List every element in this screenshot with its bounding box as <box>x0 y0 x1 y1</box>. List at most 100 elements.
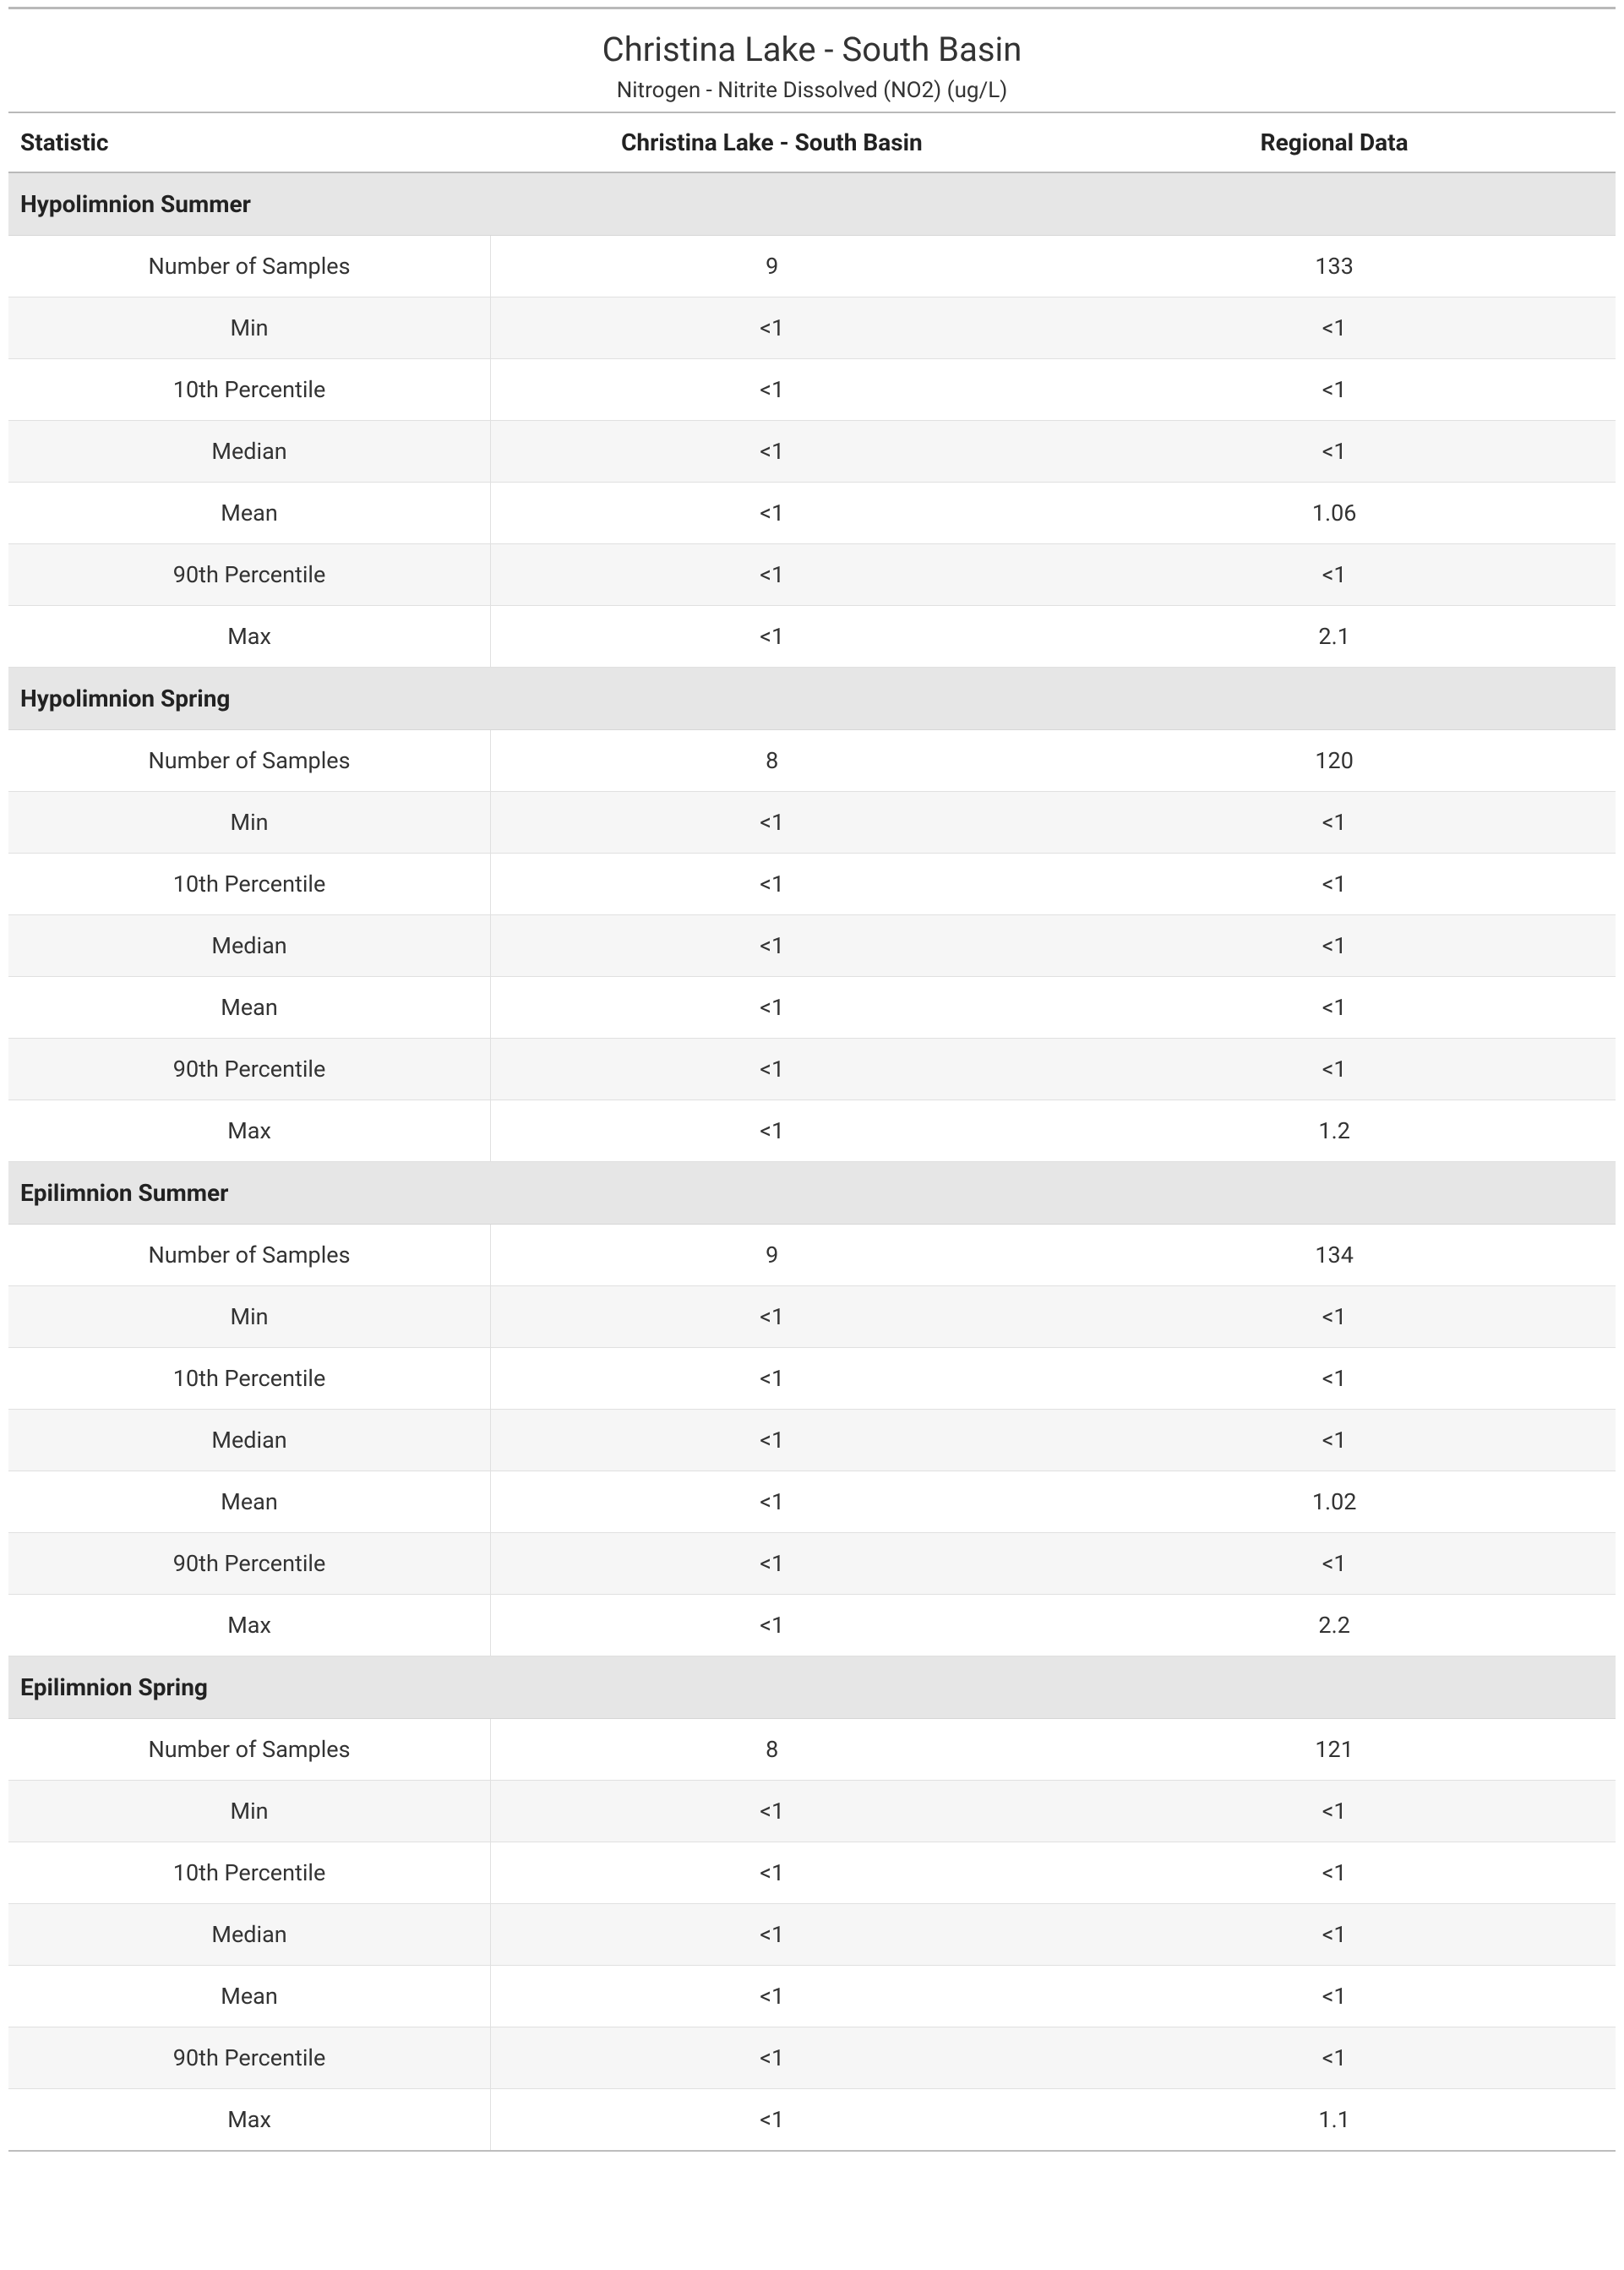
section-header-row: Hypolimnion Spring <box>8 668 1616 730</box>
site-value-cell: <1 <box>491 1533 1054 1595</box>
table-row: 10th Percentile<1<1 <box>8 854 1616 915</box>
regional-value-cell: <1 <box>1053 1966 1616 2027</box>
table-row: Min<1<1 <box>8 297 1616 359</box>
stat-name-cell: Median <box>8 915 491 977</box>
table-row: Max<11.1 <box>8 2089 1616 2152</box>
regional-value-cell: <1 <box>1053 1286 1616 1348</box>
site-value-cell: <1 <box>491 1471 1054 1533</box>
table-row: Min<1<1 <box>8 1781 1616 1842</box>
table-row: Number of Samples9133 <box>8 236 1616 297</box>
site-value-cell: <1 <box>491 606 1054 668</box>
table-row: Mean<1<1 <box>8 977 1616 1039</box>
regional-value-cell: <1 <box>1053 544 1616 606</box>
site-value-cell: <1 <box>491 1842 1054 1904</box>
regional-value-cell: 120 <box>1053 730 1616 792</box>
stat-name-cell: Mean <box>8 1966 491 2027</box>
site-value-cell: 9 <box>491 236 1054 297</box>
stat-name-cell: 10th Percentile <box>8 854 491 915</box>
regional-value-cell: <1 <box>1053 792 1616 854</box>
col-header-regional: Regional Data <box>1053 112 1616 172</box>
site-value-cell: <1 <box>491 977 1054 1039</box>
site-value-cell: <1 <box>491 1410 1054 1471</box>
site-value-cell: <1 <box>491 1100 1054 1162</box>
site-value-cell: <1 <box>491 1039 1054 1100</box>
table-row: Max<12.1 <box>8 606 1616 668</box>
table-row: 10th Percentile<1<1 <box>8 1348 1616 1410</box>
regional-value-cell: <1 <box>1053 1410 1616 1471</box>
table-row: Number of Samples8120 <box>8 730 1616 792</box>
table-row: Mean<11.02 <box>8 1471 1616 1533</box>
table-row: Max<11.2 <box>8 1100 1616 1162</box>
stat-name-cell: Mean <box>8 483 491 544</box>
table-row: Median<1<1 <box>8 915 1616 977</box>
section-header-row: Epilimnion Spring <box>8 1656 1616 1719</box>
table-row: 10th Percentile<1<1 <box>8 359 1616 421</box>
table-row: 90th Percentile<1<1 <box>8 544 1616 606</box>
regional-value-cell: 1.02 <box>1053 1471 1616 1533</box>
regional-value-cell: <1 <box>1053 1904 1616 1966</box>
regional-value-cell: 1.2 <box>1053 1100 1616 1162</box>
col-header-statistic: Statistic <box>8 112 491 172</box>
section-header-cell: Hypolimnion Spring <box>8 668 1616 730</box>
site-value-cell: <1 <box>491 483 1054 544</box>
site-value-cell: <1 <box>491 1595 1054 1656</box>
stat-name-cell: Max <box>8 606 491 668</box>
table-row: Median<1<1 <box>8 1410 1616 1471</box>
site-value-cell: <1 <box>491 359 1054 421</box>
stat-name-cell: Min <box>8 297 491 359</box>
regional-value-cell: <1 <box>1053 359 1616 421</box>
regional-value-cell: <1 <box>1053 421 1616 483</box>
stat-name-cell: Median <box>8 1410 491 1471</box>
table-row: Median<1<1 <box>8 1904 1616 1966</box>
stat-name-cell: Max <box>8 2089 491 2152</box>
stat-name-cell: Median <box>8 1904 491 1966</box>
regional-value-cell: <1 <box>1053 854 1616 915</box>
table-row: 90th Percentile<1<1 <box>8 1039 1616 1100</box>
table-row: 90th Percentile<1<1 <box>8 1533 1616 1595</box>
site-value-cell: 8 <box>491 730 1054 792</box>
table-row: Median<1<1 <box>8 421 1616 483</box>
regional-value-cell: <1 <box>1053 915 1616 977</box>
stat-name-cell: 10th Percentile <box>8 1842 491 1904</box>
regional-value-cell: <1 <box>1053 1348 1616 1410</box>
section-header-row: Hypolimnion Summer <box>8 172 1616 236</box>
table-row: Mean<1<1 <box>8 1966 1616 2027</box>
site-value-cell: <1 <box>491 1286 1054 1348</box>
stat-name-cell: Max <box>8 1595 491 1656</box>
regional-value-cell: <1 <box>1053 2027 1616 2089</box>
site-value-cell: <1 <box>491 544 1054 606</box>
regional-value-cell: 133 <box>1053 236 1616 297</box>
table-row: Min<1<1 <box>8 1286 1616 1348</box>
table-header-row: Statistic Christina Lake - South Basin R… <box>8 112 1616 172</box>
stats-table: Statistic Christina Lake - South Basin R… <box>8 112 1616 2152</box>
regional-value-cell: 1.06 <box>1053 483 1616 544</box>
regional-value-cell: <1 <box>1053 977 1616 1039</box>
regional-value-cell: <1 <box>1053 1039 1616 1100</box>
regional-value-cell: 2.2 <box>1053 1595 1616 1656</box>
site-value-cell: <1 <box>491 1781 1054 1842</box>
stat-name-cell: Number of Samples <box>8 236 491 297</box>
site-value-cell: <1 <box>491 792 1054 854</box>
section-header-cell: Hypolimnion Summer <box>8 172 1616 236</box>
table-row: Min<1<1 <box>8 792 1616 854</box>
site-value-cell: <1 <box>491 854 1054 915</box>
site-value-cell: <1 <box>491 1904 1054 1966</box>
regional-value-cell: <1 <box>1053 1533 1616 1595</box>
site-value-cell: 9 <box>491 1225 1054 1286</box>
table-row: 10th Percentile<1<1 <box>8 1842 1616 1904</box>
regional-value-cell: 2.1 <box>1053 606 1616 668</box>
col-header-site: Christina Lake - South Basin <box>491 112 1054 172</box>
regional-value-cell: 1.1 <box>1053 2089 1616 2152</box>
site-value-cell: <1 <box>491 421 1054 483</box>
page-subtitle: Nitrogen - Nitrite Dissolved (NO2) (ug/L… <box>8 78 1616 103</box>
stat-name-cell: Mean <box>8 1471 491 1533</box>
page-title: Christina Lake - South Basin <box>8 30 1616 69</box>
site-value-cell: <1 <box>491 1966 1054 2027</box>
site-value-cell: <1 <box>491 2089 1054 2152</box>
stat-name-cell: 90th Percentile <box>8 2027 491 2089</box>
stat-name-cell: 90th Percentile <box>8 544 491 606</box>
regional-value-cell: <1 <box>1053 1842 1616 1904</box>
table-row: Number of Samples8121 <box>8 1719 1616 1781</box>
stat-name-cell: Median <box>8 421 491 483</box>
stat-name-cell: Min <box>8 792 491 854</box>
